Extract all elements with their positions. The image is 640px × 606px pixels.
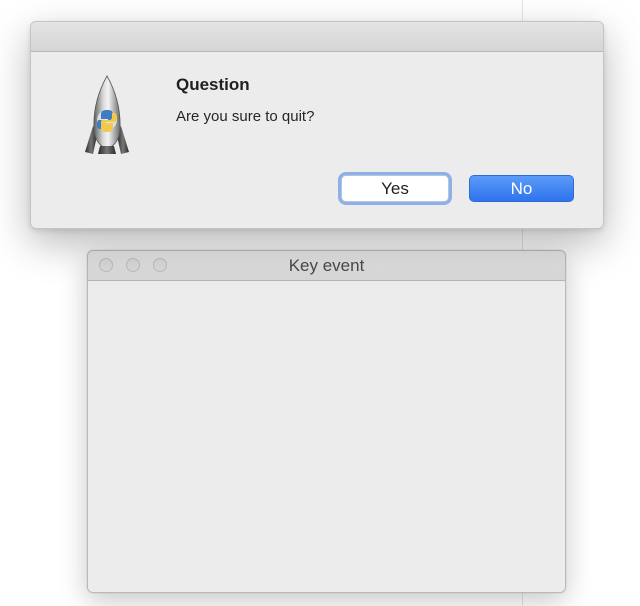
yes-button[interactable]: Yes xyxy=(341,175,449,202)
window-title: Key event xyxy=(288,256,365,275)
main-window: Key event xyxy=(87,250,566,593)
python-launcher-rocket-icon xyxy=(85,75,129,154)
dialog-message: Are you sure to quit? xyxy=(176,108,315,125)
main-window-titlebar[interactable]: Key event xyxy=(88,251,565,281)
main-window-content xyxy=(88,281,565,592)
no-button[interactable]: No xyxy=(469,175,574,202)
question-dialog: Question Are you sure to quit? Yes No xyxy=(30,21,604,229)
dialog-titlebar xyxy=(31,22,603,52)
dialog-title: Question xyxy=(176,75,250,94)
